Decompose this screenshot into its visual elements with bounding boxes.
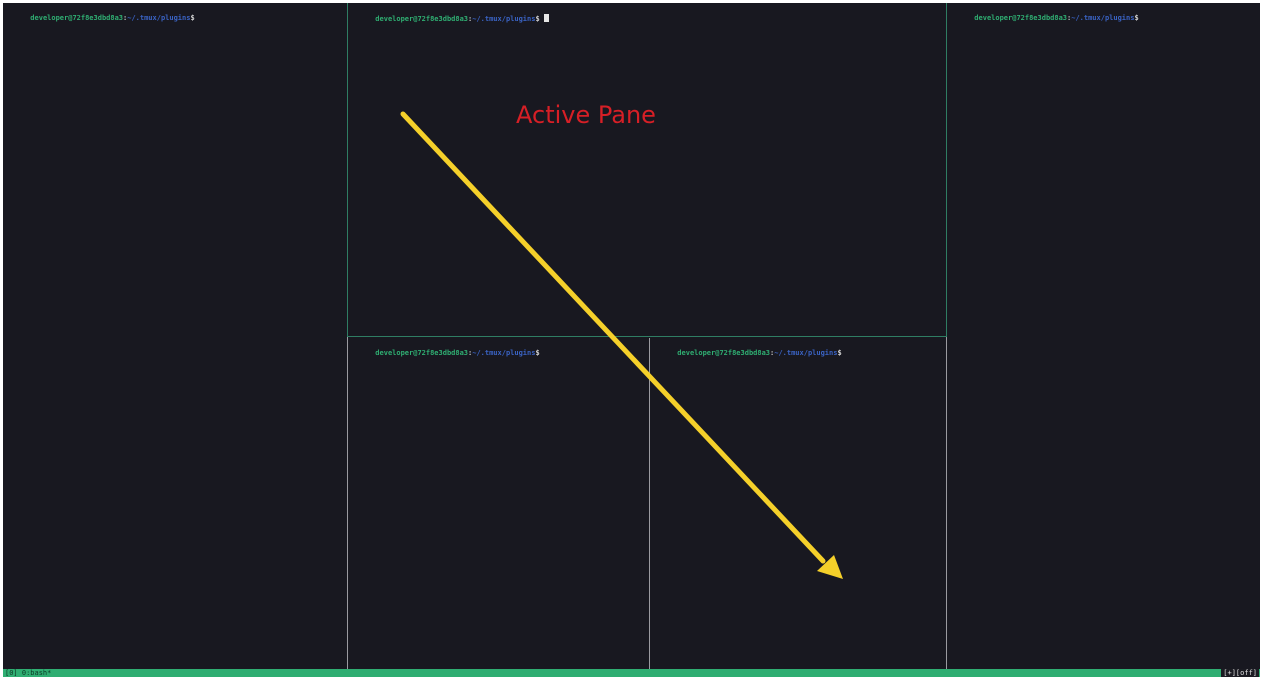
pane-border-right-vertical-bottom[interactable] [946,337,947,669]
pane-border-left-vertical-top[interactable] [347,3,348,337]
pane-border-left-vertical-bottom[interactable] [347,337,348,669]
text-cursor [543,14,549,22]
status-window-list[interactable]: [0] 0:bash* [5,669,51,677]
prompt-path: ~/.tmux/plugins [472,15,536,23]
prompt-user-host: developer@72f8e3dbd8a3 [375,349,469,357]
shell-prompt: developer@72f8e3dbd8a3:~/.tmux/plugins$ [5,5,195,32]
shell-prompt: developer@72f8e3dbd8a3:~/.tmux/plugins$ [652,340,842,367]
prompt-user-host: developer@72f8e3dbd8a3 [974,14,1068,22]
pane-bottom-middle-right[interactable]: developer@72f8e3dbd8a3:~/.tmux/plugins$ [650,338,946,669]
prompt-dollar: $ [535,349,540,357]
tmux-status-bar: [0] 0:bash* [+][off] [3,669,1260,677]
prompt-user-host: developer@72f8e3dbd8a3 [677,349,771,357]
pane-border-horizontal[interactable] [348,336,946,337]
shell-prompt: developer@72f8e3dbd8a3:~/.tmux/plugins$ [350,5,549,33]
prompt-dollar: $ [190,14,195,22]
prompt-dollar: $ [837,349,842,357]
pane-border-middle-vertical[interactable] [649,338,650,669]
prompt-dollar: $ [1134,14,1139,22]
prompt-path: ~/.tmux/plugins [1071,14,1135,22]
prompt-dollar: $ [535,15,540,23]
prompt-path: ~/.tmux/plugins [127,14,191,22]
prompt-path: ~/.tmux/plugins [472,349,536,357]
annotation-label: Active Pane [516,101,656,129]
prompt-path: ~/.tmux/plugins [774,349,838,357]
pane-top-middle-active[interactable]: developer@72f8e3dbd8a3:~/.tmux/plugins$ [348,3,946,336]
tmux-window: developer@72f8e3dbd8a3:~/.tmux/plugins$ … [3,3,1260,677]
pane-left[interactable]: developer@72f8e3dbd8a3:~/.tmux/plugins$ [3,3,346,669]
prompt-user-host: developer@72f8e3dbd8a3 [375,15,469,23]
shell-prompt: developer@72f8e3dbd8a3:~/.tmux/plugins$ [350,340,540,367]
pane-bottom-middle-left[interactable]: developer@72f8e3dbd8a3:~/.tmux/plugins$ [348,338,648,669]
pane-right[interactable]: developer@72f8e3dbd8a3:~/.tmux/plugins$ [947,3,1260,669]
shell-prompt: developer@72f8e3dbd8a3:~/.tmux/plugins$ [949,5,1139,32]
status-right-indicator: [+][off] [1221,669,1259,677]
prompt-user-host: developer@72f8e3dbd8a3 [30,14,124,22]
pane-border-right-vertical-top[interactable] [946,3,947,337]
